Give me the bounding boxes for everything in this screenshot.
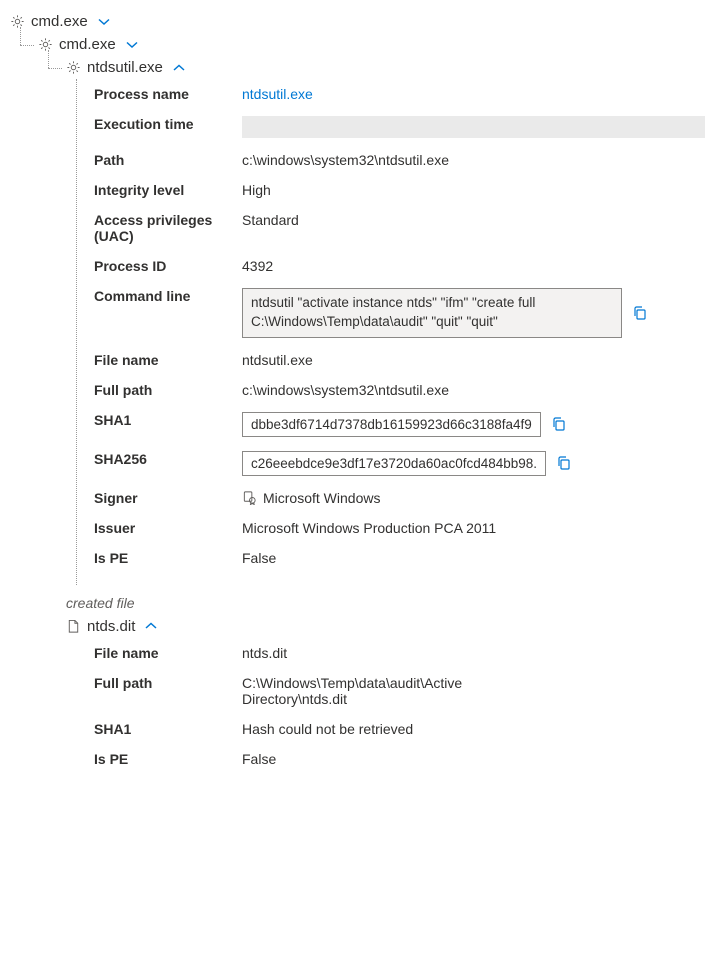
path-value: c:\windows\system32\ntdsutil.exe xyxy=(242,152,705,168)
gear-icon xyxy=(38,37,53,52)
detail-label: Is PE xyxy=(94,751,242,767)
detail-label: Access privileges (UAC) xyxy=(94,212,242,244)
detail-row-sha256: SHA256 c26eeebdce9e3df17e3720da60ac0fcd4… xyxy=(94,444,705,483)
chevron-up-icon[interactable] xyxy=(145,622,157,630)
gear-icon xyxy=(66,60,81,75)
copy-icon[interactable] xyxy=(556,455,572,471)
tree-connector xyxy=(48,68,62,69)
execution-time-value xyxy=(242,116,705,138)
signer-value: Microsoft Windows xyxy=(263,490,380,506)
detail-row-file-ispe: Is PE False xyxy=(94,744,705,774)
chevron-up-icon[interactable] xyxy=(173,64,185,72)
detail-row-file-filename: File name ntds.dit xyxy=(94,638,705,668)
process-node-label: cmd.exe xyxy=(59,36,116,53)
file-node-ntds-dit[interactable]: ntds.dit xyxy=(66,615,705,638)
file-sha1-value: Hash could not be retrieved xyxy=(242,721,705,737)
file-node-label: ntds.dit xyxy=(87,618,135,635)
chevron-down-icon[interactable] xyxy=(98,18,110,26)
detail-label: File name xyxy=(94,645,242,661)
process-node-ntdsutil[interactable]: ntdsutil.exe xyxy=(66,56,705,79)
chevron-down-icon[interactable] xyxy=(126,41,138,49)
detail-label: Issuer xyxy=(94,520,242,536)
file-details-panel: File name ntds.dit Full path C:\Windows\… xyxy=(94,638,705,774)
detail-label: File name xyxy=(94,352,242,368)
detail-label: Path xyxy=(94,152,242,168)
detail-row-issuer: Issuer Microsoft Windows Production PCA … xyxy=(94,513,705,543)
process-children-1: cmd.exe ntdsutil.exe xyxy=(38,33,705,774)
file-filename-value: ntds.dit xyxy=(242,645,705,661)
detail-label: Process name xyxy=(94,86,242,102)
process-tree-root: cmd.exe cmd.exe xyxy=(10,10,705,774)
privileges-value: Standard xyxy=(242,212,705,228)
detail-label: Execution time xyxy=(94,116,242,132)
ispe-value: False xyxy=(242,550,705,566)
detail-row-execution-time: Execution time xyxy=(94,109,705,145)
detail-label: Command line xyxy=(94,288,242,304)
tree-connector xyxy=(76,79,77,585)
filename-value: ntdsutil.exe xyxy=(242,352,705,368)
fullpath-value: c:\windows\system32\ntdsutil.exe xyxy=(242,382,705,398)
process-node-cmd-1[interactable]: cmd.exe xyxy=(10,10,705,33)
file-icon xyxy=(66,619,81,634)
detail-row-file-fullpath: Full path C:\Windows\Temp\data\audit\Act… xyxy=(94,668,705,714)
detail-row-path: Path c:\windows\system32\ntdsutil.exe xyxy=(94,145,705,175)
gear-icon xyxy=(10,14,25,29)
cmdline-box[interactable]: ntdsutil "activate instance ntds" "ifm" … xyxy=(242,288,622,338)
detail-row-signer: Signer Microsoft Windows xyxy=(94,483,705,513)
file-ispe-value: False xyxy=(242,751,705,767)
detail-label: Process ID xyxy=(94,258,242,274)
detail-label: SHA1 xyxy=(94,721,242,737)
process-details-panel: Process name ntdsutil.exe Execution time… xyxy=(94,79,705,585)
issuer-value: Microsoft Windows Production PCA 2011 xyxy=(242,520,705,536)
detail-label: Signer xyxy=(94,490,242,506)
detail-label: SHA1 xyxy=(94,412,242,428)
process-children-2: ntdsutil.exe Process name ntdsutil.exe xyxy=(66,56,705,774)
detail-row-fullpath: Full path c:\windows\system32\ntdsutil.e… xyxy=(94,375,705,405)
detail-row-pid: Process ID 4392 xyxy=(94,251,705,281)
detail-label: Full path xyxy=(94,675,242,691)
tree-connector xyxy=(20,27,21,45)
process-node-cmd-2[interactable]: cmd.exe xyxy=(38,33,705,56)
pid-value: 4392 xyxy=(242,258,705,274)
copy-icon[interactable] xyxy=(551,416,567,432)
detail-row-sha1: SHA1 dbbe3df6714d7378db16159923d66c3188f… xyxy=(94,405,705,444)
detail-label: SHA256 xyxy=(94,451,242,467)
detail-row-integrity: Integrity level High xyxy=(94,175,705,205)
process-node-label: cmd.exe xyxy=(31,13,88,30)
file-fullpath-value: C:\Windows\Temp\data\audit\Active Direct… xyxy=(242,675,562,707)
sha1-box[interactable]: dbbe3df6714d7378db16159923d66c3188fa4f9 xyxy=(242,412,541,437)
detail-row-privileges: Access privileges (UAC) Standard xyxy=(94,205,705,251)
detail-row-file-sha1: SHA1 Hash could not be retrieved xyxy=(94,714,705,744)
tree-connector xyxy=(20,45,34,46)
detail-row-cmdline: Command line ntdsutil "activate instance… xyxy=(94,281,705,345)
detail-label: Integrity level xyxy=(94,182,242,198)
created-file-section-label: created file xyxy=(66,595,705,611)
process-name-link[interactable]: ntdsutil.exe xyxy=(242,86,705,102)
detail-row-process-name: Process name ntdsutil.exe xyxy=(94,79,705,109)
copy-icon[interactable] xyxy=(632,305,648,321)
detail-row-filename: File name ntdsutil.exe xyxy=(94,345,705,375)
certificate-icon xyxy=(242,490,257,505)
detail-row-ispe: Is PE False xyxy=(94,543,705,573)
tree-connector xyxy=(48,50,49,68)
integrity-value: High xyxy=(242,182,705,198)
detail-label: Is PE xyxy=(94,550,242,566)
sha256-box[interactable]: c26eeebdce9e3df17e3720da60ac0fcd484bb98. xyxy=(242,451,546,476)
detail-label: Full path xyxy=(94,382,242,398)
process-node-label: ntdsutil.exe xyxy=(87,59,163,76)
